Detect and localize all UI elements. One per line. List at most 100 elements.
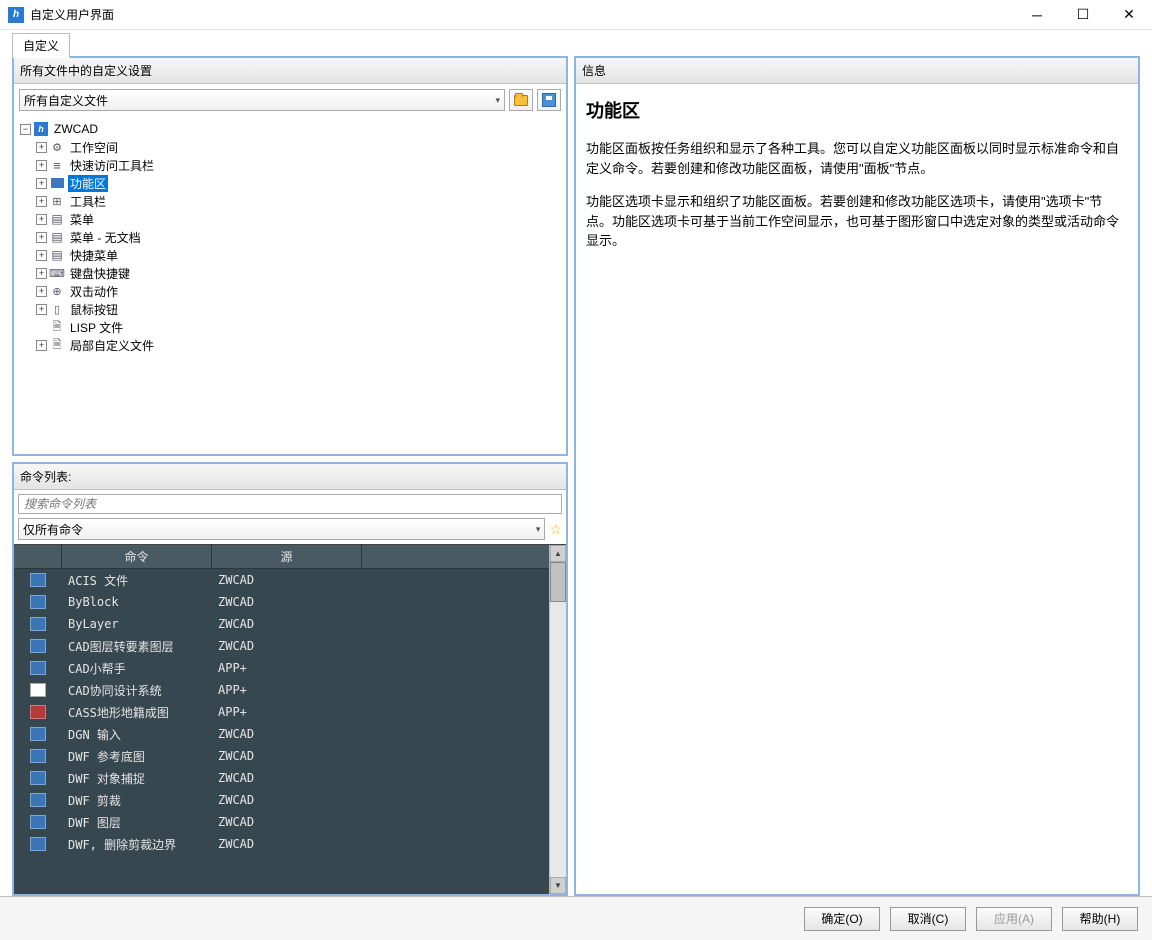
- command-row[interactable]: DWF 对象捕捉ZWCAD: [14, 767, 549, 789]
- tabbar: 自定义: [0, 30, 1152, 54]
- command-scrollbar[interactable]: ▲ ▼: [549, 545, 566, 894]
- expand-icon[interactable]: +: [36, 268, 47, 279]
- command-icon: [30, 771, 46, 785]
- command-row[interactable]: CAD小帮手APP+: [14, 657, 549, 679]
- window-title: 自定义用户界面: [30, 6, 1014, 23]
- zwcad-icon: h: [34, 122, 48, 136]
- expand-icon[interactable]: +: [36, 196, 47, 207]
- command-icon: [30, 683, 46, 697]
- col-command[interactable]: 命令: [62, 545, 212, 568]
- command-row[interactable]: ByLayerZWCAD: [14, 613, 549, 635]
- expand-icon[interactable]: +: [36, 160, 47, 171]
- cancel-button[interactable]: 取消(C): [890, 907, 966, 931]
- command-row[interactable]: CAD图层转要素图层ZWCAD: [14, 635, 549, 657]
- close-button[interactable]: ✕: [1106, 0, 1152, 30]
- tree-item[interactable]: +功能区: [16, 174, 564, 192]
- info-paragraph-1: 功能区面板按任务组织和显示了各种工具。您可以自定义功能区面板以同时显示标准命令和…: [586, 139, 1128, 178]
- command-icon: [30, 639, 46, 653]
- command-icon: [30, 705, 46, 719]
- command-panel-header: 命令列表:: [14, 464, 566, 490]
- command-table[interactable]: 命令 源 ACIS 文件ZWCADByBlockZWCADByLayerZWCA…: [14, 545, 549, 894]
- save-icon: [542, 93, 556, 107]
- command-row[interactable]: CASS地形地籍成图APP+: [14, 701, 549, 723]
- tree-root-label: ZWCAD: [52, 122, 100, 136]
- kbd-icon: [49, 265, 65, 281]
- tree-item[interactable]: + 快速访问工具栏: [16, 156, 564, 174]
- command-row[interactable]: ByBlockZWCAD: [14, 591, 549, 613]
- tree-root[interactable]: −h ZWCAD: [16, 120, 564, 138]
- command-row[interactable]: DWF 参考底图ZWCAD: [14, 745, 549, 767]
- minimize-button[interactable]: ─: [1014, 0, 1060, 30]
- command-name: DWF 图层: [62, 814, 212, 831]
- info-paragraph-2: 功能区选项卡显示和组织了功能区面板。若要创建和修改功能区选项卡，请使用"选项卡"…: [586, 192, 1128, 251]
- tree-item[interactable]: +菜单: [16, 210, 564, 228]
- tree-item[interactable]: +双击动作: [16, 282, 564, 300]
- expand-icon[interactable]: +: [36, 286, 47, 297]
- command-icon: [30, 727, 46, 741]
- expand-icon[interactable]: +: [36, 232, 47, 243]
- collapse-icon[interactable]: −: [20, 124, 31, 135]
- tree-item[interactable]: +鼠标按钮: [16, 300, 564, 318]
- tree-item[interactable]: + 局部自定义文件: [16, 336, 564, 354]
- tree-item-label: 工作空间: [68, 139, 120, 156]
- tab-customize[interactable]: 自定义: [12, 33, 70, 58]
- command-name: CAD图层转要素图层: [62, 638, 212, 655]
- help-button[interactable]: 帮助(H): [1062, 907, 1138, 931]
- scroll-up-icon[interactable]: ▲: [550, 545, 566, 562]
- file-icon: [49, 319, 65, 335]
- tree-item[interactable]: +菜单 - 无文档: [16, 228, 564, 246]
- command-row[interactable]: DGN 输入ZWCAD: [14, 723, 549, 745]
- ok-button[interactable]: 确定(O): [804, 907, 880, 931]
- tree-item[interactable]: +⚙工作空间: [16, 138, 564, 156]
- tree-item[interactable]: +工具栏: [16, 192, 564, 210]
- tree-item[interactable]: +快捷菜单: [16, 246, 564, 264]
- scroll-down-icon[interactable]: ▼: [550, 877, 566, 894]
- scroll-thumb[interactable]: [550, 562, 566, 602]
- command-name: DWF, 删除剪裁边界: [62, 836, 212, 853]
- command-name: CASS地形地籍成图: [62, 704, 212, 721]
- command-row[interactable]: DWF, 删除剪裁边界ZWCAD: [14, 833, 549, 855]
- command-name: ByLayer: [62, 617, 212, 631]
- info-title: 功能区: [586, 98, 1128, 125]
- command-table-header: 命令 源: [14, 545, 549, 569]
- maximize-button[interactable]: ☐: [1060, 0, 1106, 30]
- command-icon: [30, 617, 46, 631]
- file-select-dropdown[interactable]: 所有自定义文件 ▾: [19, 89, 505, 111]
- tree-item[interactable]: LISP 文件: [16, 318, 564, 336]
- expand-icon[interactable]: +: [36, 178, 47, 189]
- col-source[interactable]: 源: [212, 545, 362, 568]
- settings-tree[interactable]: −hZWCAD+⚙工作空间+快速访问工具栏+功能区+工具栏+菜单+菜单 - 无文…: [14, 116, 566, 454]
- command-name: CAD小帮手: [62, 660, 212, 677]
- command-row[interactable]: DWF 图层ZWCAD: [14, 811, 549, 833]
- open-file-button[interactable]: [509, 89, 533, 111]
- command-source: APP+: [212, 705, 362, 719]
- expand-icon[interactable]: +: [36, 304, 47, 315]
- command-row[interactable]: DWF 剪裁ZWCAD: [14, 789, 549, 811]
- click-icon: [49, 283, 65, 299]
- tree-item[interactable]: + 键盘快捷键: [16, 264, 564, 282]
- settings-panel: 所有文件中的自定义设置 所有自定义文件 ▾ −hZWCAD+⚙工作空间+快速访问…: [12, 56, 568, 456]
- toolbar-icon: [49, 193, 65, 209]
- expand-icon[interactable]: +: [36, 142, 47, 153]
- gear-icon: ⚙: [49, 139, 65, 155]
- tree-item-label: 快速访问工具栏: [68, 157, 156, 174]
- command-filter-dropdown[interactable]: 仅所有命令 ▾: [18, 518, 545, 540]
- command-row[interactable]: CAD协同设计系统APP+: [14, 679, 549, 701]
- command-name: DWF 参考底图: [62, 748, 212, 765]
- apply-button[interactable]: 应用(A): [976, 907, 1052, 931]
- command-source: ZWCAD: [212, 727, 362, 741]
- expand-icon[interactable]: +: [36, 214, 47, 225]
- command-name: ACIS 文件: [62, 572, 212, 589]
- mouse-icon: [49, 301, 65, 317]
- tree-item-label: 键盘快捷键: [68, 265, 132, 282]
- star-icon[interactable]: ☆: [549, 521, 562, 538]
- command-filter-value: 仅所有命令: [23, 521, 83, 538]
- bars-icon: [49, 157, 65, 173]
- command-source: ZWCAD: [212, 639, 362, 653]
- command-search-input[interactable]: [18, 494, 562, 514]
- expand-icon[interactable]: +: [36, 340, 47, 351]
- save-file-button[interactable]: [537, 89, 561, 111]
- command-row[interactable]: ACIS 文件ZWCAD: [14, 569, 549, 591]
- tree-item-label: 局部自定义文件: [68, 337, 156, 354]
- expand-icon[interactable]: +: [36, 250, 47, 261]
